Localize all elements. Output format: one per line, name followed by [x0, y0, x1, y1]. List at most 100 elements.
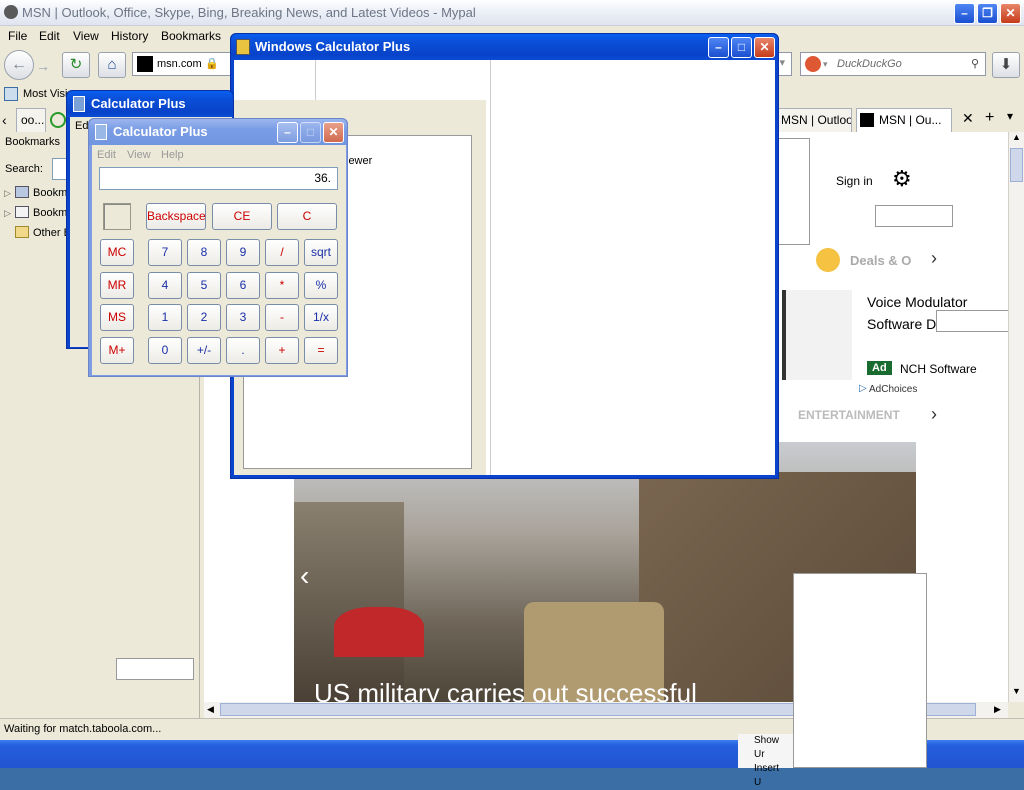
- digit-3-key[interactable]: 3: [226, 304, 260, 331]
- menu-history[interactable]: History: [111, 29, 148, 43]
- digit-0-key[interactable]: 0: [148, 337, 182, 364]
- mc-key[interactable]: MC: [100, 239, 134, 266]
- scroll-left-icon[interactable]: ◀: [207, 704, 214, 715]
- deals-label[interactable]: Deals & O: [850, 253, 911, 268]
- scroll-right-icon[interactable]: ▶: [994, 704, 1001, 715]
- blank-box: [116, 658, 194, 680]
- blank-box: [875, 205, 953, 227]
- percent-key[interactable]: %: [304, 272, 338, 299]
- menu-file[interactable]: File: [8, 29, 27, 43]
- sign-key[interactable]: +/-: [187, 337, 221, 364]
- scroll-down-icon[interactable]: ▼: [1012, 686, 1021, 696]
- menu-view[interactable]: View: [73, 29, 99, 43]
- folder-icon: [15, 226, 29, 238]
- most-visited-bookmark[interactable]: Most Visi: [23, 88, 67, 100]
- tab-msn-active[interactable]: MSN | Ou...: [856, 108, 952, 132]
- expand-icon[interactable]: ▷: [4, 188, 11, 199]
- notification-line2: Insert U: [754, 763, 780, 788]
- search-icon[interactable]: ⚲: [971, 53, 979, 75]
- multiply-key[interactable]: *: [265, 272, 299, 299]
- carousel-prev-icon[interactable]: ‹: [300, 560, 309, 592]
- add-key[interactable]: +: [265, 337, 299, 364]
- vertical-scrollbar[interactable]: ▲ ▼: [1008, 132, 1024, 702]
- adchoices-label[interactable]: AdChoices: [869, 384, 917, 395]
- digit-6-key[interactable]: 6: [226, 272, 260, 299]
- digit-8-key[interactable]: 8: [187, 239, 221, 266]
- digit-7-key[interactable]: 7: [148, 239, 182, 266]
- reciprocal-key[interactable]: 1/x: [304, 304, 338, 331]
- deals-icon: [816, 248, 840, 272]
- divide-key[interactable]: /: [265, 239, 299, 266]
- msn-tab-favicon-icon: [860, 113, 874, 127]
- calc-menu-help[interactable]: Help: [161, 149, 184, 161]
- tab-list-icon[interactable]: ▾: [1007, 109, 1013, 123]
- close-button[interactable]: ✕: [1000, 3, 1021, 24]
- tab-scroll-left-icon[interactable]: ‹: [2, 112, 7, 128]
- divider: [490, 60, 491, 475]
- tab-msn-outlook[interactable]: MSN | Outloo...: [776, 108, 852, 132]
- windows-calc-title: Windows Calculator Plus: [255, 39, 411, 54]
- scroll-up-icon[interactable]: ▲: [1012, 132, 1021, 142]
- minimize-button[interactable]: –: [277, 122, 298, 143]
- scroll-thumb[interactable]: [1010, 148, 1023, 182]
- url-text: msn.com: [157, 58, 202, 70]
- sqrt-key[interactable]: sqrt: [304, 239, 338, 266]
- new-tab-icon[interactable]: +: [985, 109, 994, 127]
- ms-key[interactable]: MS: [100, 304, 134, 331]
- sidebar-item-bookmarks-toolbar[interactable]: Bookm: [33, 187, 67, 199]
- calc-back-title: Calculator Plus: [91, 96, 186, 111]
- search-placeholder: DuckDuckGo: [837, 58, 902, 70]
- calc-title: Calculator Plus: [113, 124, 208, 139]
- list-item-text[interactable]: iewer: [346, 155, 372, 167]
- settings-gear-icon[interactable]: ⚙: [892, 168, 912, 190]
- close-button[interactable]: ✕: [754, 37, 775, 58]
- adchoices-icon[interactable]: ▷: [859, 383, 867, 394]
- search-engine-dropdown-icon[interactable]: ▾: [823, 53, 828, 75]
- digit-1-key[interactable]: 1: [148, 304, 182, 331]
- digit-5-key[interactable]: 5: [187, 272, 221, 299]
- ad-badge: Ad: [867, 361, 892, 375]
- entertainment-label[interactable]: ENTERTAINMENT: [798, 408, 900, 422]
- tab-first[interactable]: oo...: [16, 108, 46, 132]
- restore-button[interactable]: ❐: [977, 3, 998, 24]
- ce-key[interactable]: CE: [212, 203, 272, 230]
- back-icon[interactable]: ←: [4, 50, 34, 80]
- menu-edit[interactable]: Edit: [39, 29, 60, 43]
- minimize-button[interactable]: –: [954, 3, 975, 24]
- deals-next-icon[interactable]: ›: [931, 248, 937, 269]
- forward-icon[interactable]: →: [36, 58, 50, 74]
- news-headline[interactable]: US military carries out successful: [314, 678, 697, 702]
- maximize-button[interactable]: □: [300, 122, 321, 143]
- ad-title-line2[interactable]: Software D: [867, 316, 936, 332]
- ad-image[interactable]: [782, 290, 852, 380]
- entertainment-next-icon[interactable]: ›: [931, 404, 937, 425]
- expand-icon[interactable]: ▷: [4, 208, 11, 219]
- decimal-key[interactable]: .: [226, 337, 260, 364]
- mr-key[interactable]: MR: [100, 272, 134, 299]
- calc-menu-edit[interactable]: Edit: [97, 149, 116, 161]
- clear-key[interactable]: C: [277, 203, 337, 230]
- sidebar-item-bookmarks-menu[interactable]: Bookm: [33, 207, 67, 219]
- digit-2-key[interactable]: 2: [187, 304, 221, 331]
- equals-key[interactable]: =: [304, 337, 338, 364]
- reload-icon[interactable]: ↻: [62, 52, 90, 78]
- close-button[interactable]: ✕: [323, 122, 344, 143]
- search-bar[interactable]: ▾ DuckDuckGo ⚲: [800, 52, 986, 76]
- backspace-key[interactable]: Backspace: [146, 203, 206, 230]
- subtract-key[interactable]: -: [265, 304, 299, 331]
- home-icon[interactable]: ⌂: [98, 52, 126, 78]
- calc-back-title-bar: Calculator Plus: [67, 91, 233, 117]
- digit-4-key[interactable]: 4: [148, 272, 182, 299]
- calc-menu-view[interactable]: View: [127, 149, 151, 161]
- menu-bookmarks[interactable]: Bookmarks: [161, 29, 221, 43]
- digit-9-key[interactable]: 9: [226, 239, 260, 266]
- download-icon[interactable]: ⬇: [992, 52, 1020, 78]
- ad-title-line1[interactable]: Voice Modulator: [867, 294, 967, 310]
- minimize-button[interactable]: –: [708, 37, 729, 58]
- maximize-button[interactable]: □: [731, 37, 752, 58]
- sign-in-link[interactable]: Sign in: [836, 174, 873, 188]
- tab-close-icon[interactable]: ✕: [962, 110, 974, 127]
- url-dropdown-icon[interactable]: ▾: [779, 56, 785, 69]
- m-plus-key[interactable]: M+: [100, 337, 134, 364]
- ad-sponsor[interactable]: NCH Software: [900, 362, 977, 376]
